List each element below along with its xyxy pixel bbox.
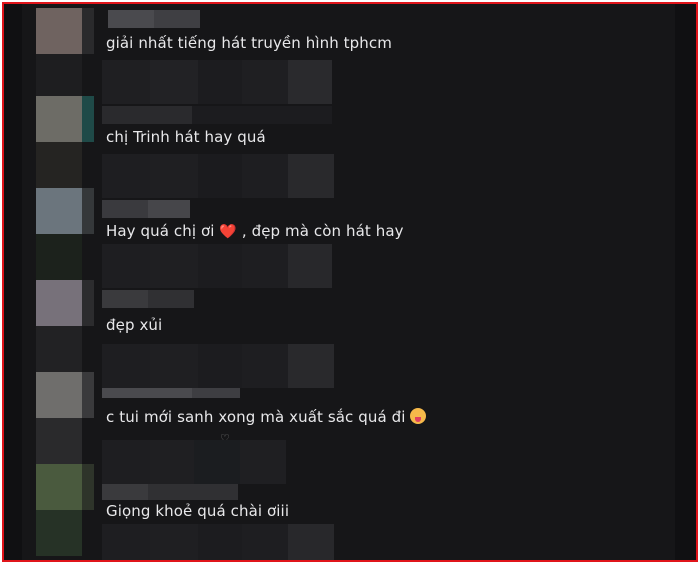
username-blurred[interactable] (102, 200, 190, 218)
comment-text: chị Trinh hát hay quá (106, 128, 266, 146)
avatar[interactable] (36, 96, 94, 142)
avatar[interactable] (36, 372, 94, 418)
comment-actions-blurred[interactable] (102, 244, 332, 288)
avatar[interactable] (36, 8, 94, 54)
screenshot-frame: giải nhất tiếng hát truyền hình tphcm ch… (2, 2, 698, 562)
username-blurred[interactable] (102, 484, 238, 500)
comment-text: đẹp xủi (106, 316, 163, 334)
comment-actions-blurred[interactable] (102, 344, 334, 388)
reply-link-blurred[interactable] (102, 106, 332, 124)
avatar-blurred (36, 142, 82, 188)
avatar-blurred (36, 54, 82, 100)
avatar[interactable] (36, 464, 94, 510)
comment-actions-blurred[interactable] (102, 60, 332, 104)
comment-text: Hay quá chị ơi ❤️ , đẹp mà còn hát hay (106, 222, 404, 240)
username-blurred[interactable] (102, 290, 194, 308)
comment-list: giải nhất tiếng hát truyền hình tphcm ch… (22, 4, 675, 560)
avatar[interactable] (36, 188, 94, 234)
heart-icon: ❤️ (219, 224, 237, 240)
avatar-blurred (36, 418, 82, 464)
comment-actions-blurred[interactable] (102, 440, 286, 484)
avatar[interactable] (36, 280, 94, 326)
face-with-tongue-icon (410, 408, 427, 424)
comment-text: giải nhất tiếng hát truyền hình tphcm (106, 34, 392, 52)
comment-text: c tui mới sanh xong mà xuất sắc quá đi (106, 408, 427, 426)
comment-text: Giọng khoẻ quá chài ơiii (106, 502, 290, 520)
avatar-blurred (36, 510, 82, 556)
username-blurred[interactable] (102, 388, 240, 398)
avatar-blurred (36, 326, 82, 372)
comment-actions-blurred[interactable] (102, 524, 334, 560)
avatar-blurred (36, 234, 82, 280)
username-blurred[interactable] (108, 10, 200, 28)
comment-actions-blurred[interactable] (102, 154, 334, 198)
